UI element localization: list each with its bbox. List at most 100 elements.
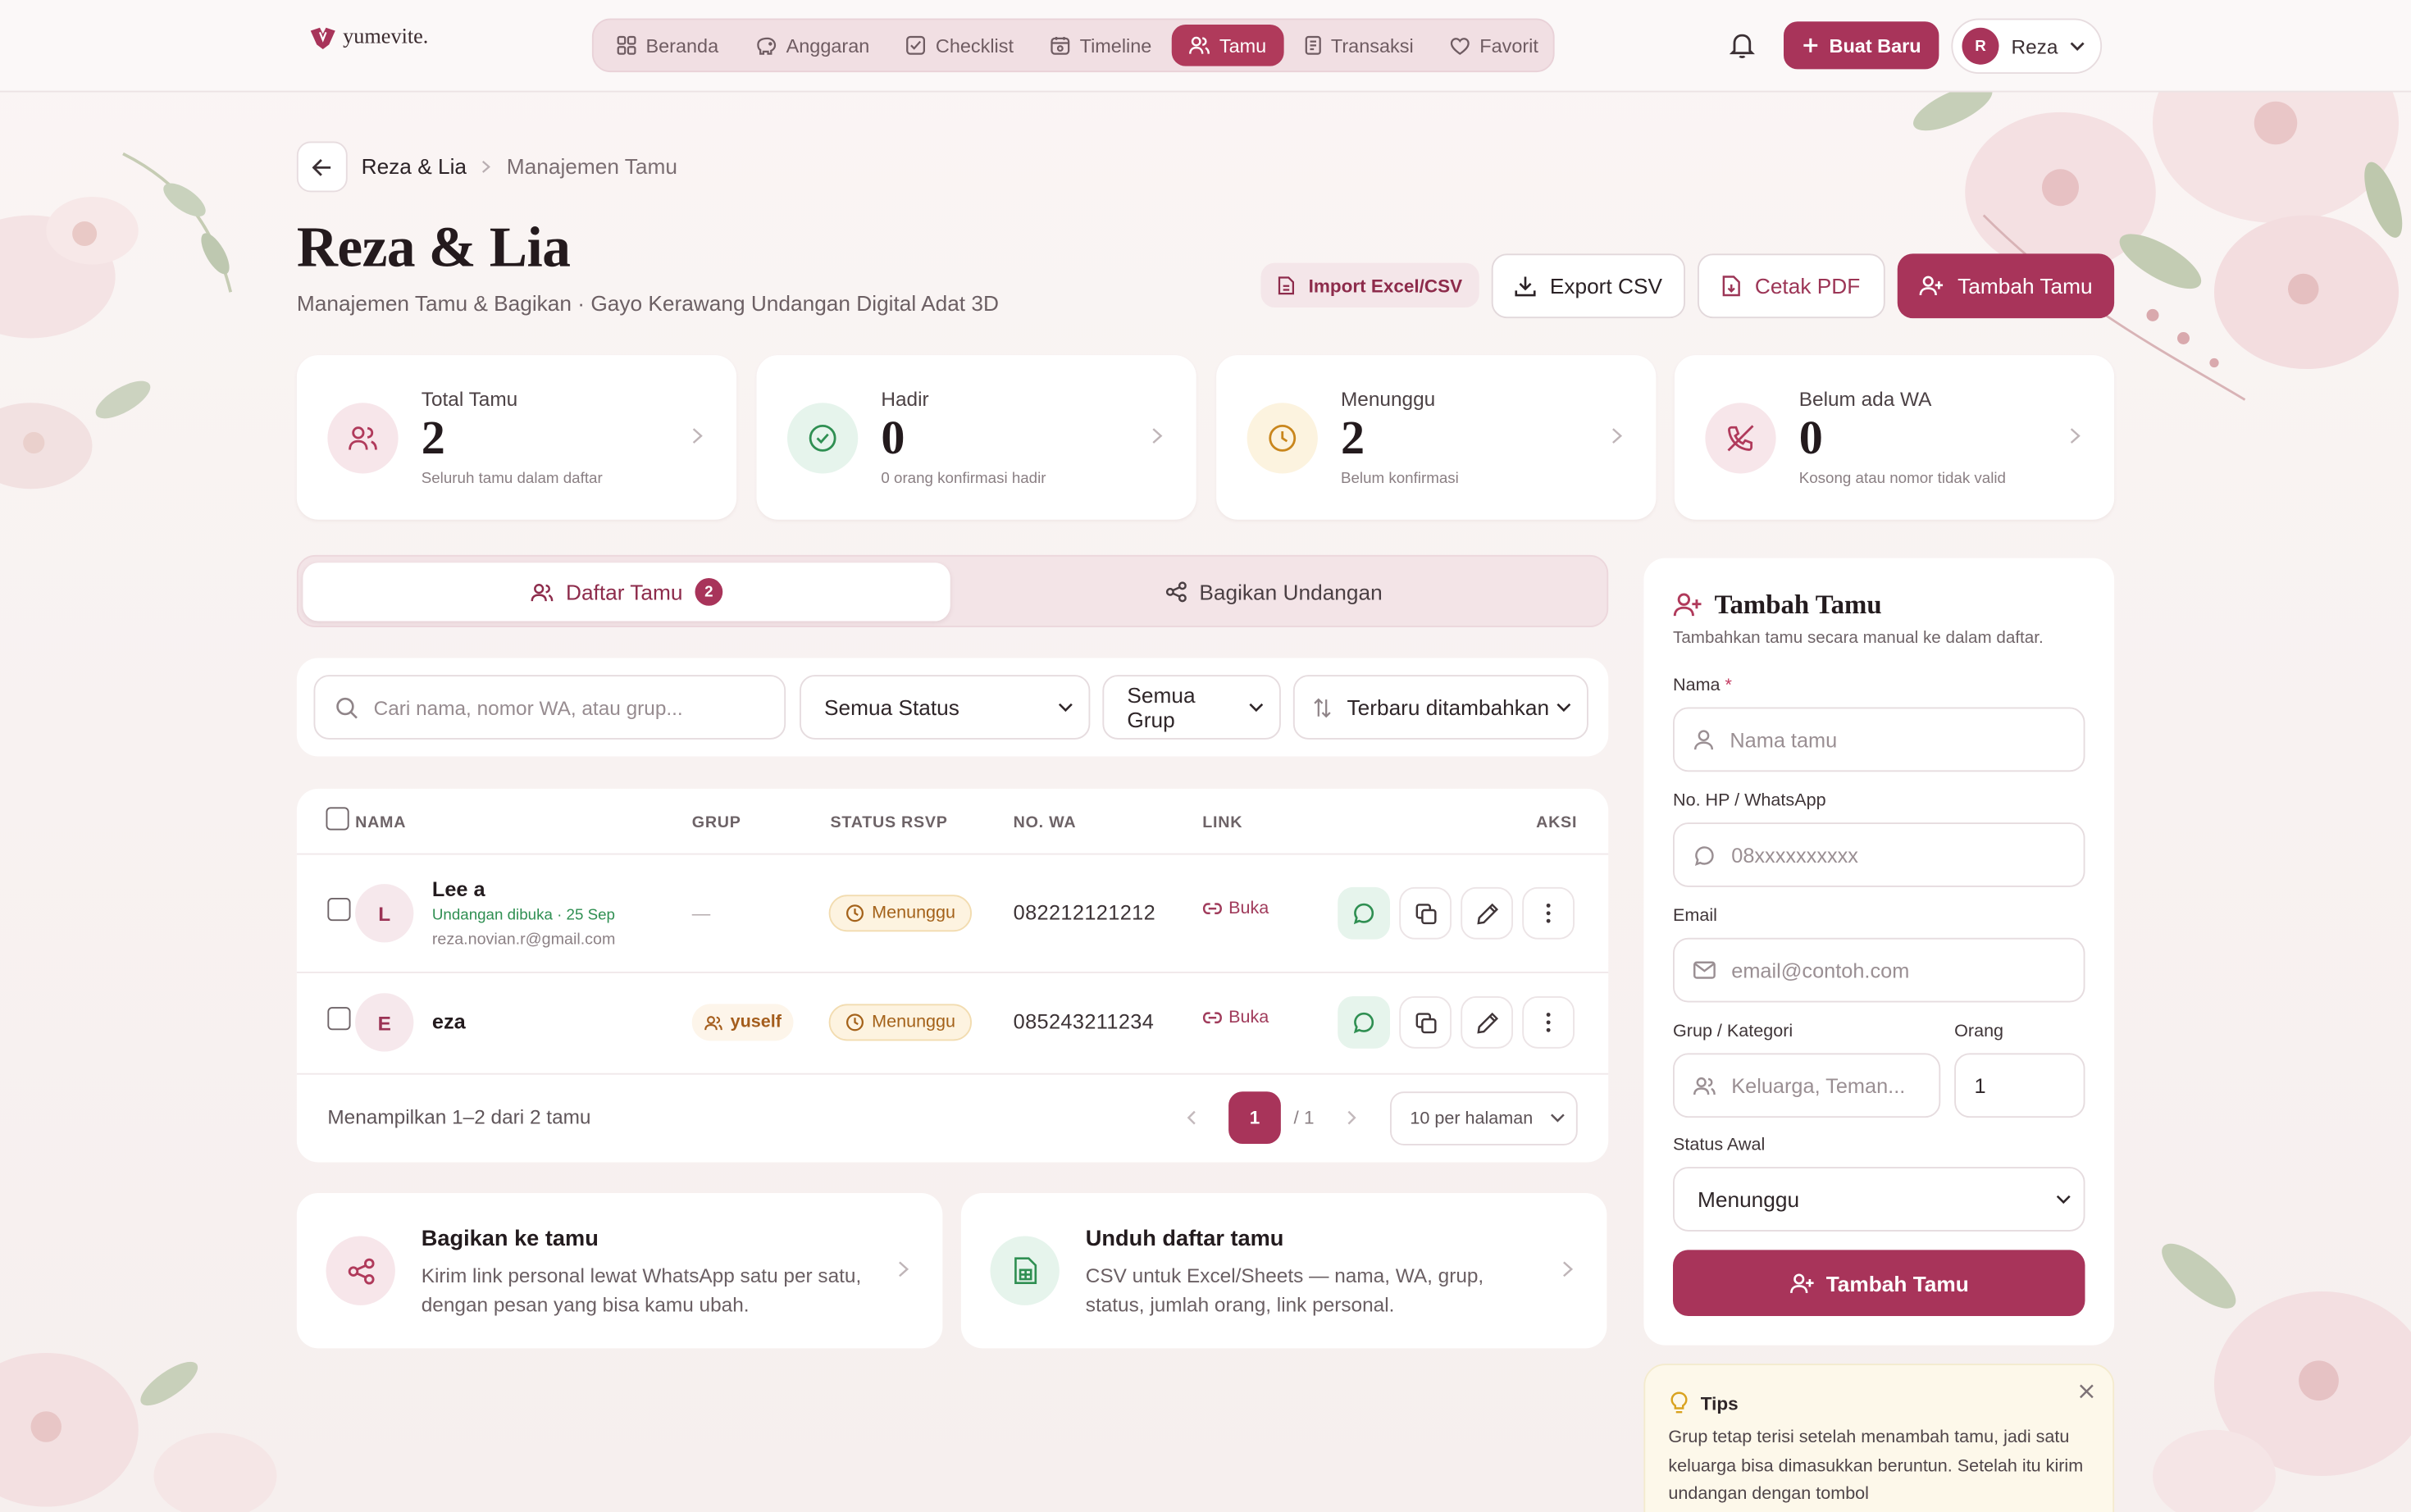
invitation-link[interactable]: Buka	[1202, 899, 1269, 918]
copy-link-button[interactable]	[1399, 996, 1452, 1049]
app-root: yumevite. Beranda Anggaran Checklist Tim…	[0, 0, 2411, 1512]
user-plus-icon	[1673, 593, 1702, 617]
name-label-text: Nama	[1673, 676, 1721, 695]
group-filter-select[interactable]: Semua Grup	[1102, 675, 1281, 740]
divider	[296, 1073, 1609, 1075]
share-icon	[1165, 581, 1187, 603]
status-label: Status Awal	[1673, 1136, 1766, 1155]
tab-share-invitation[interactable]: Bagikan Undangan	[950, 562, 1597, 621]
select-all-checkbox[interactable]	[326, 807, 349, 831]
row-checkbox[interactable]	[327, 898, 351, 922]
name-field[interactable]: Nama tamu	[1673, 707, 2085, 772]
email-placeholder: email@contoh.com	[1731, 959, 1910, 982]
stat-icon-wrap	[787, 403, 859, 474]
guest-name[interactable]: eza	[432, 1010, 466, 1033]
column-header-group[interactable]: GRUP	[692, 813, 741, 832]
nav-item-transaksi[interactable]: Transaksi	[1287, 25, 1431, 66]
plus-icon	[1803, 38, 1817, 52]
guest-name[interactable]: Lee a	[432, 878, 485, 901]
count-field[interactable]: 1	[1954, 1053, 2085, 1118]
users-icon	[349, 426, 377, 450]
status-filter-select[interactable]: Semua Status	[800, 675, 1091, 740]
floral-decoration-bottom-left-icon	[0, 1353, 277, 1512]
file-sheet-icon	[1014, 1257, 1037, 1284]
page-total: / 1	[1293, 1107, 1315, 1129]
chevron-right-icon	[1347, 1110, 1356, 1125]
stat-card-hadir[interactable]: Hadir 0 0 orang konfirmasi hadir	[756, 355, 1196, 520]
per-page-select[interactable]: 10 per halaman	[1390, 1091, 1578, 1145]
nav-item-favorit[interactable]: Favorit	[1433, 25, 1556, 66]
status-filter-value: Semua Status	[824, 695, 959, 720]
column-header-name[interactable]: NAMA	[355, 813, 406, 832]
nav-item-anggaran[interactable]: Anggaran	[738, 25, 886, 66]
sort-select[interactable]: Terbaru ditambahkan	[1292, 675, 1588, 740]
user-icon	[1693, 730, 1714, 750]
submit-add-guest-button[interactable]: Tambah Tamu	[1673, 1250, 2085, 1316]
nav-item-checklist[interactable]: Checklist	[890, 25, 1031, 66]
close-icon[interactable]	[2079, 1384, 2094, 1400]
avatar: L	[355, 884, 414, 943]
stat-icon-wrap	[327, 403, 399, 474]
guest-open-status: Undangan dibuka · 25 Sep	[431, 907, 615, 924]
page-number-button[interactable]: 1	[1228, 1091, 1281, 1144]
clock-icon	[846, 904, 864, 922]
link-icon	[1202, 903, 1222, 914]
export-csv-button[interactable]: Export CSV	[1491, 253, 1685, 319]
panel-description: Tambahkan tamu secara manual ke dalam da…	[1673, 628, 2044, 648]
share-to-guests-card[interactable]: Bagikan ke tamu Kirim link personal lewa…	[296, 1193, 943, 1349]
edit-guest-button[interactable]	[1461, 996, 1513, 1049]
user-menu[interactable]: R Reza	[1951, 18, 2103, 74]
users-icon	[704, 1015, 722, 1030]
stat-value: 2	[1341, 410, 1365, 465]
column-header-wa[interactable]: NO. WA	[1014, 813, 1077, 832]
whatsapp-send-button[interactable]	[1338, 886, 1390, 940]
more-options-button[interactable]	[1522, 996, 1575, 1049]
create-new-button[interactable]: Buat Baru	[1784, 21, 1939, 70]
file-upload-icon	[1278, 276, 1294, 295]
status-badge: Menunggu	[828, 895, 973, 932]
stat-value: 2	[421, 410, 445, 465]
more-vertical-icon	[1546, 903, 1551, 923]
more-options-button[interactable]	[1522, 886, 1575, 940]
back-button[interactable]	[296, 141, 348, 193]
nav-item-timeline[interactable]: Timeline	[1033, 25, 1169, 66]
breadcrumb-event[interactable]: Reza & Lia	[362, 154, 467, 179]
whatsapp-send-button[interactable]	[1338, 996, 1390, 1049]
initial-status-select[interactable]: Menunggu	[1673, 1167, 2085, 1232]
download-guest-list-card[interactable]: Unduh daftar tamu CSV untuk Excel/Sheets…	[960, 1193, 1607, 1349]
nav-item-beranda[interactable]: Beranda	[599, 25, 735, 66]
card-description: Kirim link personal lewat WhatsApp satu …	[421, 1264, 862, 1316]
chevron-down-icon	[1058, 702, 1073, 712]
count-label: Orang	[1954, 1022, 2004, 1041]
copy-link-button[interactable]	[1399, 886, 1452, 940]
phone-field[interactable]: 08xxxxxxxxxx	[1673, 822, 2085, 887]
stat-card-total[interactable]: Total Tamu 2 Seluruh tamu dalam daftar	[296, 355, 737, 520]
notification-button[interactable]	[1727, 30, 1758, 61]
invitation-link[interactable]: Buka	[1202, 1009, 1269, 1027]
brand-name: yumevite.	[343, 25, 429, 49]
next-page-button[interactable]	[1325, 1091, 1378, 1144]
group-field[interactable]: Keluarga, Teman...	[1673, 1053, 1941, 1118]
import-csv-button[interactable]: Import Excel/CSV	[1260, 262, 1479, 307]
email-field[interactable]: email@contoh.com	[1673, 937, 2085, 1003]
row-checkbox[interactable]	[327, 1007, 351, 1031]
user-plus-icon	[1789, 1273, 1813, 1293]
floral-decoration-left-icon	[0, 152, 233, 490]
nav-label: Anggaran	[786, 34, 870, 57]
tips-box: Tips Grup tetap terisi setelah menambah …	[1643, 1364, 2115, 1512]
panel-title: Tambah Tamu	[1714, 589, 1882, 620]
stat-card-menunggu[interactable]: Menunggu 2 Belum konfirmasi	[1216, 355, 1657, 520]
chevron-down-icon	[1556, 702, 1571, 712]
print-pdf-button[interactable]: Cetak PDF	[1698, 253, 1885, 319]
search-input[interactable]: Cari nama, nomor WA, atau grup...	[313, 675, 786, 740]
tab-guest-list[interactable]: Daftar Tamu 2	[303, 562, 950, 622]
add-guest-header-button[interactable]: Tambah Tamu	[1897, 253, 2115, 319]
clock-icon	[846, 1013, 864, 1032]
edit-guest-button[interactable]	[1461, 886, 1513, 940]
column-header-status[interactable]: STATUS RSVP	[831, 813, 948, 832]
nav-item-tamu[interactable]: Tamu	[1171, 25, 1283, 66]
brand-logo[interactable]: yumevite.	[308, 26, 428, 51]
users-icon	[1693, 1076, 1716, 1095]
stat-card-no-wa[interactable]: Belum ada WA 0 Kosong atau nomor tidak v…	[1674, 355, 2115, 520]
prev-page-button[interactable]	[1165, 1091, 1218, 1144]
